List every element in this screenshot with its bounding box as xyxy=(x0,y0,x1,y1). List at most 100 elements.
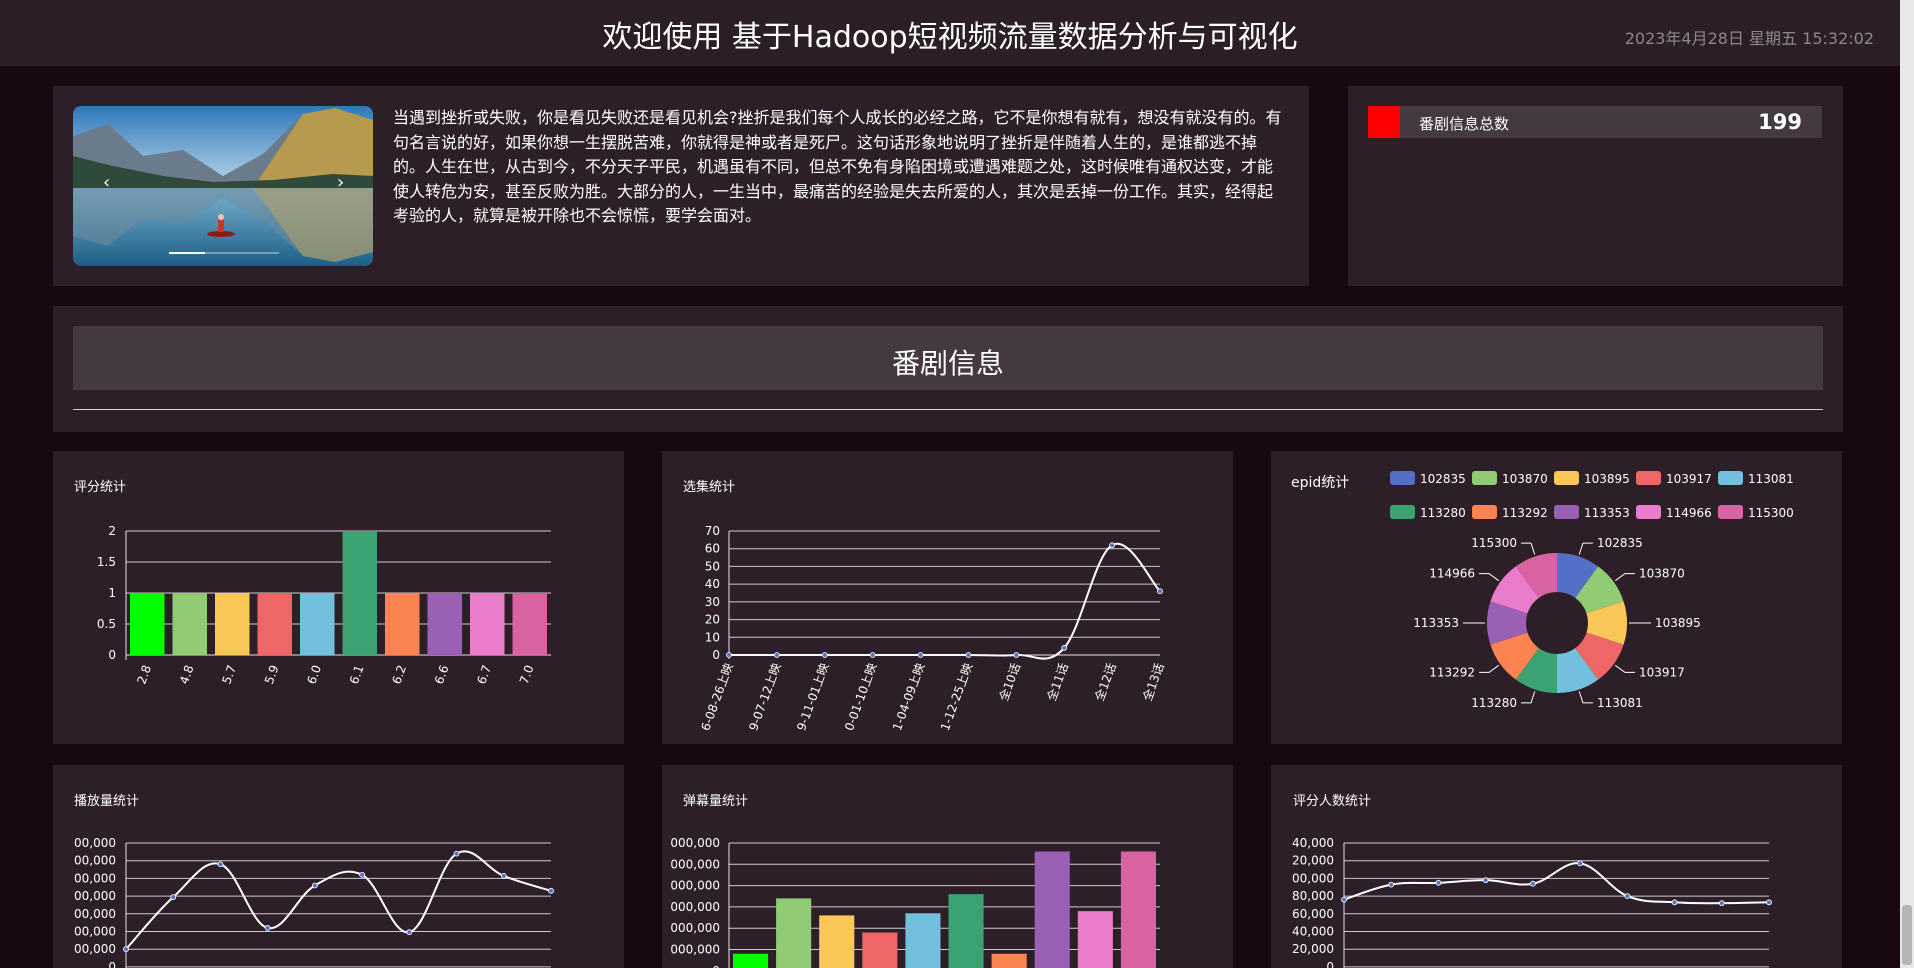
y-tick-label: 1 xyxy=(108,586,116,600)
page-scrollbar[interactable] xyxy=(1900,0,1914,968)
data-point xyxy=(1671,899,1678,906)
bar xyxy=(1077,911,1113,968)
series-line xyxy=(125,850,552,950)
label-leader xyxy=(1479,573,1500,582)
label-leader xyxy=(1479,664,1500,673)
pie-label: 102835 xyxy=(1597,536,1643,550)
y-tick-label: 00,000 xyxy=(74,836,116,850)
y-tick-label: 00,000 xyxy=(74,907,116,921)
data-point xyxy=(1766,899,1772,906)
x-tick-label: 0-01-10上映 xyxy=(842,661,879,732)
data-point xyxy=(1388,881,1395,888)
raters-line-chart: 40,000 20,000 00,000 80,000 60,000 40,000 20,0… xyxy=(1292,836,1772,968)
x-tick-label: 6.2 xyxy=(389,663,409,686)
chart-panel-raters: 评分人数统计 40,000 20,000 00,000 80,000 60,000 40,… xyxy=(1271,765,1842,968)
y-tick-label: 60 xyxy=(705,542,720,556)
data-point xyxy=(311,882,318,889)
x-tick-label: 全12话 xyxy=(1091,661,1119,703)
danmaku-bar-chart: 000,000 000,000 000,000 000,000 000,000 000,0… xyxy=(670,836,1160,968)
x-tick-label: 5.7 xyxy=(219,663,239,686)
legend-label: 114966 xyxy=(1666,506,1712,520)
pie-label: 113353 xyxy=(1413,616,1459,630)
page-title: 欢迎使用 基于Hadoop短视频流量数据分析与可视化 xyxy=(602,20,1298,55)
chart-panel-danmaku: 弹幕量统计 000,000 000,000 000,000 000,000 000,00… xyxy=(662,765,1233,968)
y-tick-label: 0 xyxy=(108,648,116,662)
legend-label: 113292 xyxy=(1502,506,1548,520)
label-leader xyxy=(1521,691,1536,704)
image-carousel[interactable]: ‹ › xyxy=(73,106,373,266)
data-point xyxy=(548,887,554,894)
data-point xyxy=(1529,880,1536,887)
label-leader xyxy=(1578,691,1593,704)
y-tick-label: 000,000 xyxy=(670,921,720,935)
legend-swatch xyxy=(1390,505,1415,519)
data-point xyxy=(359,871,366,878)
chart-panel-episodes: 选集统计 0 10 20 30 40 50 60 70 6-08-26上映 9-07-12上映 9-… xyxy=(662,451,1233,744)
intro-paragraph: 当遇到挫折或失败，你是看见失败还是看见机会?挫折是我们每个人成长的必经之路，它不… xyxy=(393,108,1282,225)
y-tick-label: 0 xyxy=(108,960,116,968)
y-tick-label: 1.5 xyxy=(97,555,116,569)
carousel-next-icon[interactable]: › xyxy=(337,174,344,192)
stat-total-card: 番剧信息总数 199 xyxy=(1368,106,1822,138)
data-point xyxy=(773,652,780,658)
legend-swatch xyxy=(1636,505,1661,519)
data-point xyxy=(1435,879,1442,886)
scrollbar-thumb[interactable] xyxy=(1902,905,1912,965)
data-point xyxy=(1482,877,1489,884)
y-tick-label: 80,000 xyxy=(1292,889,1334,903)
y-tick-label: 000,000 xyxy=(670,879,720,893)
bar xyxy=(470,593,505,655)
pie-label: 103895 xyxy=(1655,616,1701,630)
pie-label: 115300 xyxy=(1471,536,1517,550)
x-tick-label: 全10话 xyxy=(996,661,1024,703)
label-leader xyxy=(1614,664,1635,673)
bar xyxy=(905,913,941,968)
y-tick-label: 20,000 xyxy=(1292,942,1334,956)
y-tick-label: 000,000 xyxy=(670,857,720,871)
carousel-image xyxy=(73,106,373,266)
stat-color-swatch xyxy=(1368,106,1400,138)
legend-label: 102835 xyxy=(1420,472,1466,486)
y-tick-label: 00,000 xyxy=(1292,871,1334,885)
series-line xyxy=(1343,862,1770,905)
legend-label: 103870 xyxy=(1502,472,1548,486)
header-bar: 欢迎使用 基于Hadoop短视频流量数据分析与可视化 2023年4月28日 星期… xyxy=(0,0,1900,66)
pie-label: 114966 xyxy=(1429,567,1475,581)
legend-label: 103917 xyxy=(1666,472,1712,486)
y-tick-label: 0 xyxy=(712,964,720,968)
data-point xyxy=(123,946,129,953)
data-point xyxy=(869,652,876,658)
y-tick-label: 0 xyxy=(712,648,720,662)
data-point xyxy=(1624,893,1631,900)
x-tick-label: 9-11-01上映 xyxy=(794,661,831,732)
pie-label: 103917 xyxy=(1639,665,1685,679)
y-tick-label: 2 xyxy=(108,524,116,538)
bar xyxy=(257,593,292,655)
data-point xyxy=(217,861,224,868)
data-point xyxy=(726,652,732,658)
chart-panel-rating: 评分统计 0 0.5 1 1.5 2 2.8 4.8 5.7 5.9 6.0 6.1 6.2 6.6 6.… xyxy=(53,451,624,744)
chart-panel-epid: epid统计 102835 103870 103895 103917 113081 113… xyxy=(1271,451,1842,744)
x-tick-label: 6.6 xyxy=(432,663,452,686)
data-point xyxy=(1157,588,1163,595)
bar xyxy=(172,593,207,655)
y-tick-label: 000,000 xyxy=(670,900,720,914)
bar xyxy=(776,898,812,968)
y-tick-label: 30 xyxy=(705,595,720,609)
y-tick-label: 70 xyxy=(705,524,720,538)
carousel-prev-icon[interactable]: ‹ xyxy=(103,174,110,192)
x-tick-label: 6.1 xyxy=(347,663,367,686)
y-tick-label: 00,000 xyxy=(74,942,116,956)
x-tick-label: 1-12-25上映 xyxy=(938,661,975,732)
x-tick-label: 全13话 xyxy=(1139,661,1167,703)
legend-swatch xyxy=(1472,505,1497,519)
legend-swatch xyxy=(1554,505,1579,519)
y-tick-label: 40,000 xyxy=(1292,925,1334,939)
y-tick-label: 40 xyxy=(705,577,720,591)
x-tick-label: 5.9 xyxy=(262,663,282,686)
data-point xyxy=(965,652,972,658)
bar xyxy=(1120,851,1156,968)
label-leader xyxy=(1614,573,1635,582)
data-point xyxy=(500,873,507,879)
epid-pie-chart: 102835 103870 103895 103917 113081 113280 1132… xyxy=(1390,471,1794,710)
